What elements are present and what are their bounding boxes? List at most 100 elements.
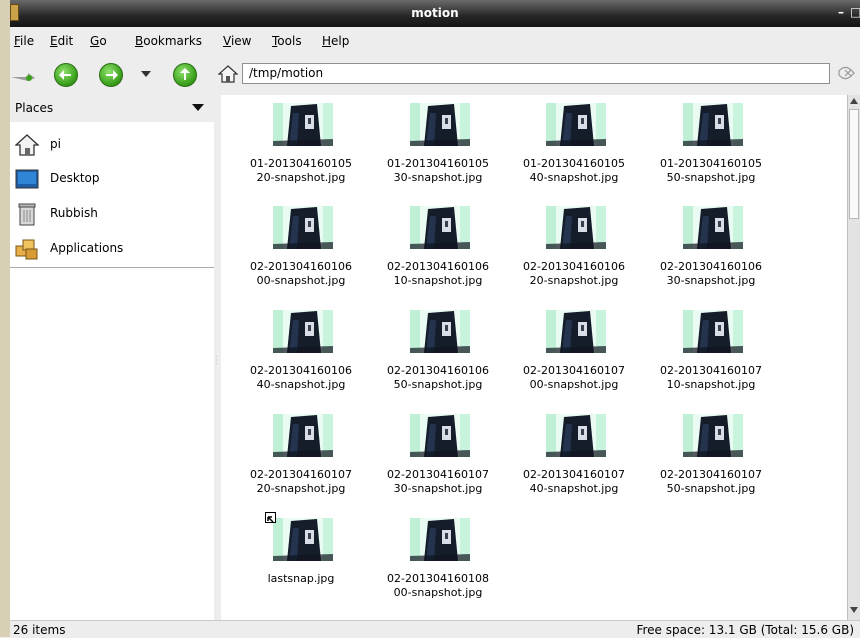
place-item-desktop[interactable]: Desktop [10, 161, 214, 195]
clear-location-icon[interactable] [836, 63, 858, 85]
file-name: 01-201304160105 20-snapshot.jpg [233, 157, 369, 185]
place-label: Applications [50, 241, 124, 255]
file-name-line-1: 02-201304160107 [523, 468, 625, 481]
menu-edit-mnemonic: E [50, 34, 58, 48]
location-field[interactable]: /tmp/motion [242, 63, 830, 84]
file-item[interactable]: 02-201304160107 30-snapshot.jpg [370, 406, 506, 506]
file-name-line-1: lastsnap.jpg [267, 572, 335, 585]
back-button[interactable] [54, 63, 78, 87]
file-name: 02-201304160107 20-snapshot.jpg [233, 468, 369, 496]
new-tab-arrow-icon[interactable] [10, 68, 36, 82]
menu-go-mnemonic: G [90, 34, 100, 48]
pane-resize-handle[interactable]: · · · [215, 353, 218, 369]
menu-tools[interactable]: Tools [272, 34, 302, 48]
scroll-down-icon[interactable] [850, 607, 858, 613]
menu-go[interactable]: Go [90, 34, 107, 48]
file-name: 02-201304160107 50-snapshot.jpg [643, 468, 779, 496]
file-item[interactable]: 02-201304160107 00-snapshot.jpg [506, 302, 642, 402]
menu-edit[interactable]: Edit [50, 34, 73, 48]
menu-view-mnemonic: V [223, 34, 231, 48]
file-name: 01-201304160105 50-snapshot.jpg [643, 157, 779, 185]
history-dropdown-icon[interactable] [141, 71, 151, 77]
menu-help[interactable]: Help [322, 34, 349, 48]
place-label: pi [50, 137, 61, 151]
place-item-pi[interactable]: pi [10, 127, 214, 161]
item-count: 26 items [13, 623, 66, 637]
menu-edit-label: dit [57, 34, 74, 48]
file-name: 02-201304160106 50-snapshot.jpg [370, 364, 506, 392]
file-name-line-1: 02-201304160106 [387, 364, 489, 377]
file-name-line-2: 30-snapshot.jpg [393, 482, 483, 495]
file-item[interactable]: 01-201304160105 50-snapshot.jpg [643, 95, 779, 195]
image-thumbnail [546, 310, 606, 353]
file-item[interactable]: 02-201304160107 20-snapshot.jpg [233, 406, 369, 506]
file-item[interactable]: 02-201304160106 20-snapshot.jpg [506, 198, 642, 298]
file-name-line-1: 02-201304160106 [250, 260, 352, 273]
home-icon[interactable] [218, 65, 238, 83]
file-name: 02-201304160107 40-snapshot.jpg [506, 468, 642, 496]
file-name-line-1: 02-201304160107 [660, 468, 762, 481]
file-name-line-2: 40-snapshot.jpg [256, 378, 346, 391]
file-name-line-2: 50-snapshot.jpg [666, 482, 756, 495]
file-name-line-1: 02-201304160108 [387, 572, 489, 585]
places-header[interactable]: Places [10, 95, 214, 122]
file-item[interactable]: 02-201304160106 40-snapshot.jpg [233, 302, 369, 402]
places-dropdown-icon[interactable] [192, 104, 204, 111]
file-item[interactable]: 01-201304160105 40-snapshot.jpg [506, 95, 642, 195]
file-item[interactable]: 02-201304160106 10-snapshot.jpg [370, 198, 506, 298]
maximize-button[interactable]: □ [850, 5, 860, 19]
file-item[interactable]: 02-201304160106 30-snapshot.jpg [643, 198, 779, 298]
file-item[interactable]: 02-201304160107 40-snapshot.jpg [506, 406, 642, 506]
file-name-line-2: 50-snapshot.jpg [393, 378, 483, 391]
file-name-line-2: 20-snapshot.jpg [256, 171, 346, 184]
menu-file-label: ile [20, 34, 35, 48]
file-item[interactable]: 02-201304160106 50-snapshot.jpg [370, 302, 506, 402]
menu-bookmarks-label: ookmarks [143, 34, 203, 48]
menu-help-mnemonic: H [322, 34, 332, 48]
image-thumbnail [410, 206, 470, 249]
file-item[interactable]: 02-201304160108 00-snapshot.jpg [370, 510, 506, 610]
up-button[interactable] [173, 63, 197, 87]
forward-arrow-icon [106, 70, 118, 80]
file-name-line-2: 20-snapshot.jpg [529, 274, 619, 287]
menu-bookmarks[interactable]: Bookmarks [135, 34, 202, 48]
file-name-line-1: 01-201304160105 [250, 157, 352, 170]
menu-file[interactable]: File [14, 34, 34, 48]
menu-go-label: o [99, 34, 107, 48]
file-name-line-2: 40-snapshot.jpg [529, 482, 619, 495]
toolbar: /tmp/motion [10, 54, 860, 92]
menu-bookmarks-mnemonic: B [135, 34, 144, 48]
image-thumbnail [683, 206, 743, 249]
image-thumbnail [273, 414, 333, 457]
place-item-applications[interactable]: Applications [10, 231, 214, 265]
file-name-line-2: 10-snapshot.jpg [393, 274, 483, 287]
scroll-up-icon[interactable] [850, 98, 858, 104]
menu-view[interactable]: View [223, 34, 251, 48]
file-item[interactable]: 02-201304160107 10-snapshot.jpg [643, 302, 779, 402]
file-name-line-2: 00-snapshot.jpg [529, 378, 619, 391]
file-item[interactable]: 02-201304160107 50-snapshot.jpg [643, 406, 779, 506]
file-item[interactable]: lastsnap.jpg [233, 510, 369, 610]
scrollbar-thumb[interactable] [849, 109, 859, 219]
file-name-line-1: 01-201304160105 [660, 157, 762, 170]
file-name-line-1: 01-201304160105 [523, 157, 625, 170]
file-item[interactable]: 01-201304160105 30-snapshot.jpg [370, 95, 506, 195]
place-label: Rubbish [50, 206, 98, 220]
file-name-line-1: 02-201304160106 [250, 364, 352, 377]
file-view: 01-201304160105 20-snapshot.jpg 01-2013041… [221, 95, 847, 620]
vertical-scrollbar[interactable] [847, 95, 860, 620]
free-space: Free space: 13.1 GB (Total: 15.6 GB) [636, 623, 854, 637]
file-name: 01-201304160105 40-snapshot.jpg [506, 157, 642, 185]
minimize-button[interactable]: – [838, 5, 844, 19]
forward-button[interactable] [99, 63, 123, 87]
place-item-rubbish[interactable]: Rubbish [10, 196, 214, 230]
menu-bar: File Edit Go Bookmarks View Tools Help [10, 27, 860, 54]
file-name-line-1: 02-201304160107 [660, 364, 762, 377]
file-name-line-2: 50-snapshot.jpg [666, 171, 756, 184]
file-name-line-1: 02-201304160107 [387, 468, 489, 481]
title-bar[interactable]: motion – □ [10, 0, 860, 27]
file-item[interactable]: 01-201304160105 20-snapshot.jpg [233, 95, 369, 195]
file-name: 02-201304160108 00-snapshot.jpg [370, 572, 506, 600]
file-item[interactable]: 02-201304160106 00-snapshot.jpg [233, 198, 369, 298]
file-name-line-1: 02-201304160107 [250, 468, 352, 481]
